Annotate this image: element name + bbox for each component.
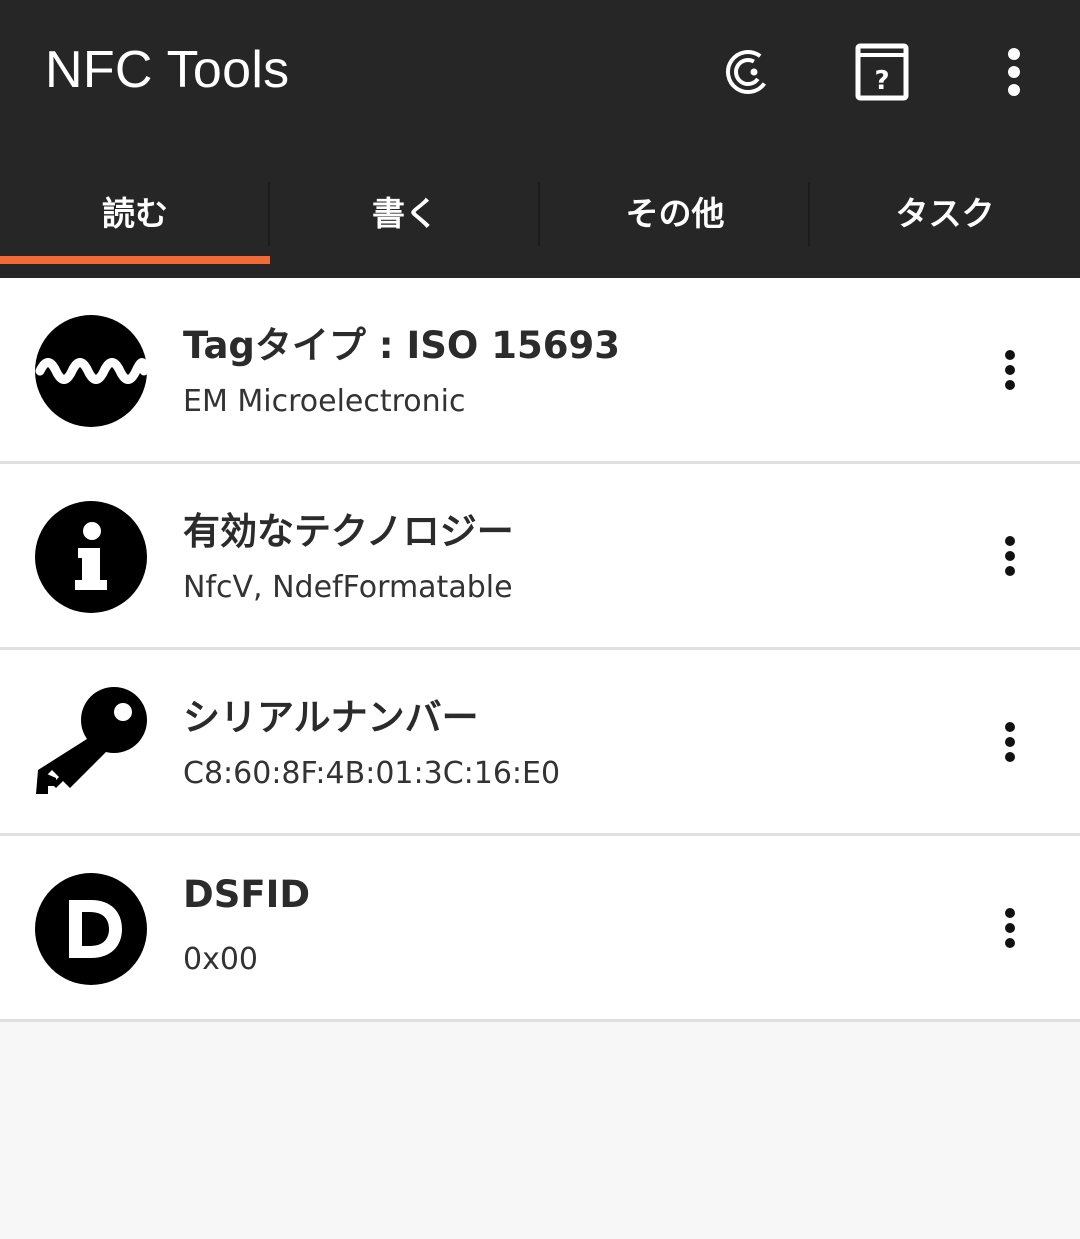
tab-label: タスク	[895, 194, 995, 233]
tab-label: 読む	[102, 194, 168, 233]
app-title: NFC Tools	[45, 41, 290, 99]
item-more-icon[interactable]	[980, 712, 1040, 772]
list-item-tag-type[interactable]: Tagタイプ : ISO 15693 EM Microelectronic	[0, 278, 1080, 464]
item-title: DSFID	[183, 873, 311, 916]
help-book-icon[interactable]: ?	[846, 36, 918, 108]
item-value: 0x00	[183, 942, 259, 977]
tab-read[interactable]: 読む	[0, 150, 270, 278]
tab-write[interactable]: 書く	[270, 150, 540, 278]
item-more-icon[interactable]	[980, 340, 1040, 400]
app-bar: NFC Tools ? 読む 書く その他 タスク	[0, 0, 1080, 278]
waveform-icon	[34, 314, 148, 428]
item-title: Tagタイプ : ISO 15693	[183, 324, 620, 367]
selected-tab-indicator	[0, 256, 270, 264]
item-more-icon[interactable]	[980, 526, 1040, 586]
list-item-technologies[interactable]: 有効なテクノロジー NfcV, NdefFormatable	[0, 464, 1080, 650]
pro-coin-icon[interactable]	[712, 36, 784, 108]
item-more-icon[interactable]	[980, 898, 1040, 958]
item-value: EM Microelectronic	[183, 384, 466, 419]
svg-text:?: ?	[874, 66, 889, 96]
item-title: シリアルナンバー	[183, 696, 479, 739]
nfc-tools-app: NFC Tools ? 読む 書く その他 タスク Tagタイプ: ISO 1…	[0, 0, 1080, 1239]
info-icon	[34, 500, 148, 614]
letter-d-icon	[34, 872, 148, 986]
list-item-serial-number[interactable]: シリアルナンバー C8:60:8F:4B:01:3C:16:E0	[0, 650, 1080, 836]
tab-tasks[interactable]: タスク	[810, 150, 1080, 278]
item-value: NfcV, NdefFormatable	[183, 570, 513, 605]
tab-label: その他	[625, 194, 725, 233]
tab-other[interactable]: その他	[540, 150, 810, 278]
key-icon	[34, 686, 148, 800]
list-item-dsfid[interactable]: DSFID 0x00	[0, 836, 1080, 1022]
item-title: 有効なテクノロジー	[183, 510, 514, 553]
more-vert-icon[interactable]	[978, 36, 1050, 108]
tab-label: 書く	[372, 194, 438, 233]
item-value: C8:60:8F:4B:01:3C:16:E0	[183, 756, 561, 791]
tab-bar: 読む 書く その他 タスク	[0, 150, 1080, 278]
tag-info-list: Tagタイプ : ISO 15693 EM Microelectronic 有効…	[0, 278, 1080, 1022]
